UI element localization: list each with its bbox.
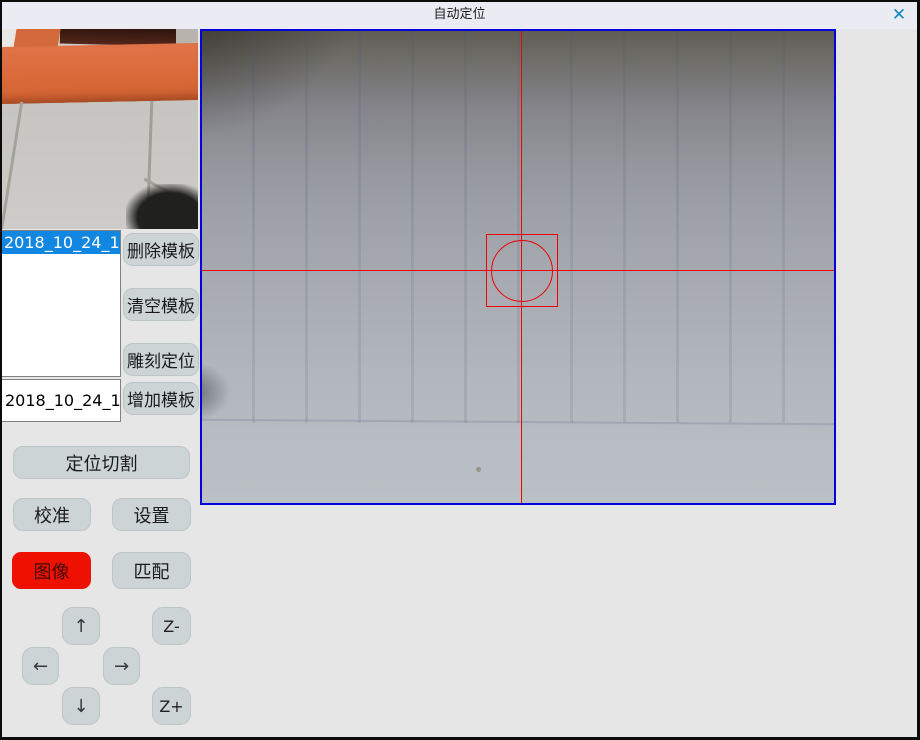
settings-button[interactable]: 设置 <box>112 498 191 531</box>
jog-right-button[interactable]: → <box>103 647 140 685</box>
camera-dark-shadow <box>200 361 232 423</box>
list-item[interactable]: 2018_10_24_11 <box>2 231 120 254</box>
position-cut-button[interactable]: 定位切割 <box>13 446 190 479</box>
image-button[interactable]: 图像 <box>12 552 91 589</box>
match-button[interactable]: 匹配 <box>112 552 191 589</box>
camera-live-view[interactable] <box>200 29 836 505</box>
clear-templates-button[interactable]: 清空模板 <box>123 288 199 321</box>
jog-left-button[interactable]: ← <box>22 647 59 685</box>
target-circle-overlay <box>491 240 553 302</box>
thumb-orange-beam <box>2 43 198 104</box>
jog-z-minus-button[interactable]: Z- <box>152 607 191 645</box>
auto-position-dialog: 自动定位 ✕ 2018_10_24_11 删除模板 清空模板 雕刻定位 增加模板… <box>0 0 920 740</box>
title-bar: 自动定位 ✕ <box>2 2 917 29</box>
jog-up-button[interactable]: ↑ <box>62 607 100 645</box>
camera-ceiling-stripes <box>202 31 834 423</box>
thumb-dark-object <box>126 184 198 229</box>
close-icon[interactable]: ✕ <box>887 4 911 26</box>
template-thumbnail-image <box>2 29 198 229</box>
jog-z-plus-button[interactable]: Z+ <box>152 687 191 725</box>
add-template-button[interactable]: 增加模板 <box>123 382 199 415</box>
template-list[interactable]: 2018_10_24_11 <box>2 230 121 377</box>
camera-speck <box>476 467 481 472</box>
thumb-tile-grout-left <box>2 102 23 229</box>
delete-template-button[interactable]: 删除模板 <box>123 233 199 266</box>
jog-down-button[interactable]: ↓ <box>62 687 100 725</box>
page-title: 自动定位 <box>433 2 485 28</box>
calibrate-button[interactable]: 校准 <box>13 498 91 531</box>
template-name-input[interactable] <box>2 379 121 422</box>
engrave-position-button[interactable]: 雕刻定位 <box>123 343 199 376</box>
